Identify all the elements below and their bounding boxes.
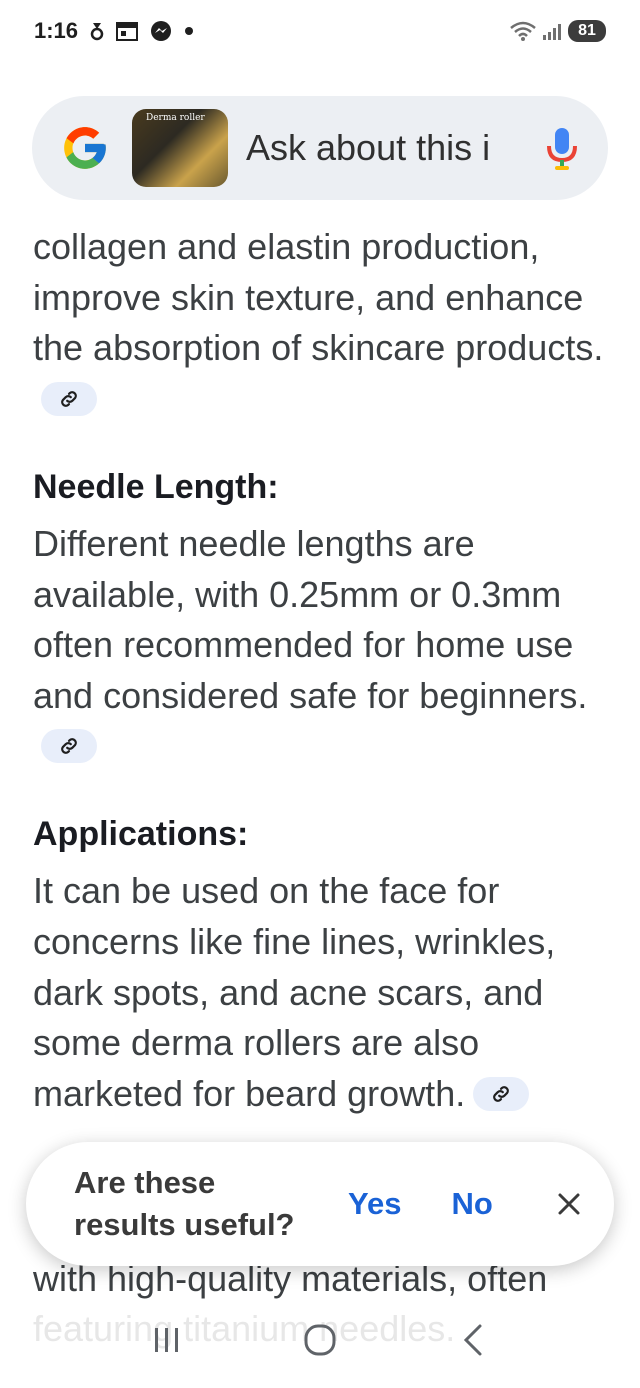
search-input[interactable]: Ask about this i bbox=[246, 127, 516, 169]
source-link-chip[interactable] bbox=[473, 1076, 530, 1111]
ai-overview-content: collagen and elastin production, improve… bbox=[33, 222, 613, 1120]
signal-icon bbox=[542, 21, 562, 41]
section-text: Different needle lengths are available, … bbox=[33, 522, 588, 716]
thumbnail-label: Derma roller bbox=[146, 113, 205, 123]
image-thumbnail[interactable]: Derma roller bbox=[132, 109, 228, 187]
mic-icon[interactable] bbox=[544, 124, 580, 172]
notification-icon bbox=[90, 21, 104, 41]
messenger-icon bbox=[150, 20, 172, 42]
section-paragraph: It can be used on the face for concerns … bbox=[33, 866, 613, 1120]
feedback-card: Are these results useful? Yes No bbox=[26, 1142, 614, 1266]
link-icon bbox=[493, 1085, 510, 1102]
section-heading: Needle Length: bbox=[33, 467, 279, 506]
source-link-chip[interactable] bbox=[41, 729, 97, 764]
recents-icon[interactable] bbox=[145, 1318, 189, 1362]
dot-icon bbox=[184, 26, 194, 36]
close-icon[interactable] bbox=[554, 1189, 584, 1219]
status-right: 81 bbox=[510, 20, 606, 42]
yes-button[interactable]: Yes bbox=[348, 1186, 401, 1222]
search-bar[interactable]: Derma roller Ask about this i bbox=[32, 96, 608, 200]
back-icon[interactable] bbox=[451, 1318, 495, 1362]
intro-text: collagen and elastin production, improve… bbox=[33, 226, 604, 369]
calendar-icon bbox=[116, 21, 139, 41]
section-text: It can be used on the face for concerns … bbox=[33, 870, 556, 1115]
system-nav-bar bbox=[0, 1310, 640, 1370]
link-icon bbox=[61, 738, 77, 754]
intro-paragraph: collagen and elastin production, improve… bbox=[33, 222, 613, 425]
status-left: 1:16 bbox=[34, 18, 194, 44]
link-icon bbox=[61, 390, 77, 407]
status-bar: 1:16 81 bbox=[0, 0, 640, 62]
section-paragraph: Different needle lengths are available, … bbox=[33, 519, 613, 773]
section-heading: Applications: bbox=[33, 815, 249, 854]
feedback-question: Are these results useful? bbox=[74, 1165, 295, 1242]
wifi-icon bbox=[510, 21, 536, 41]
home-icon[interactable] bbox=[298, 1318, 342, 1362]
battery-indicator: 81 bbox=[568, 20, 606, 42]
google-g-icon[interactable] bbox=[60, 123, 110, 173]
status-time: 1:16 bbox=[34, 18, 79, 43]
no-button[interactable]: No bbox=[451, 1186, 492, 1222]
source-link-chip[interactable] bbox=[41, 381, 97, 416]
